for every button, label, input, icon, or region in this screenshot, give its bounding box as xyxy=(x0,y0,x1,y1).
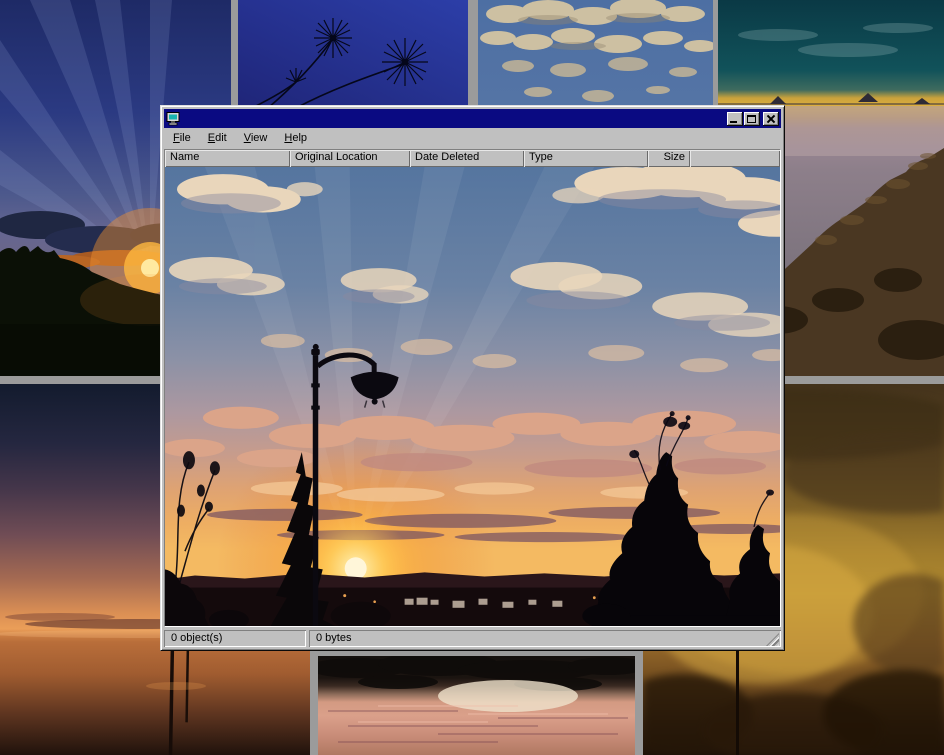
column-header-name[interactable]: Name xyxy=(165,150,290,167)
column-header-original-location[interactable]: Original Location xyxy=(290,150,410,167)
menu-help[interactable]: Help xyxy=(282,131,309,145)
wallpaper-tile-water-reflection xyxy=(318,656,635,755)
recycle-bin-window: File Edit View Help Name Original Locati… xyxy=(160,105,785,651)
status-bar: 0 object(s) 0 bytes xyxy=(164,627,781,647)
close-button[interactable] xyxy=(763,112,779,126)
column-header-date-deleted[interactable]: Date Deleted xyxy=(410,150,524,167)
menu-view[interactable]: View xyxy=(242,131,270,145)
file-list-view: Name Original Location Date Deleted Type… xyxy=(164,149,781,627)
column-header-stub xyxy=(690,150,780,167)
maximize-button[interactable] xyxy=(744,112,760,126)
menu-edit[interactable]: Edit xyxy=(206,131,229,145)
status-objects: 0 object(s) xyxy=(164,630,306,647)
column-header-size[interactable]: Size xyxy=(648,150,690,167)
folder-background-photo xyxy=(165,167,780,626)
close-icon xyxy=(766,115,775,123)
column-header-type[interactable]: Type xyxy=(524,150,648,167)
minimize-button[interactable] xyxy=(727,112,743,126)
menu-file[interactable]: File xyxy=(171,131,193,145)
computer-icon xyxy=(166,112,181,126)
status-bytes: 0 bytes xyxy=(309,630,781,647)
pole-silhouette xyxy=(736,644,739,755)
maximize-icon xyxy=(747,115,756,123)
minimize-icon xyxy=(730,121,737,123)
menu-bar: File Edit View Help xyxy=(164,128,781,148)
window-titlebar[interactable] xyxy=(164,109,781,128)
column-header-row: Name Original Location Date Deleted Type… xyxy=(165,150,780,167)
